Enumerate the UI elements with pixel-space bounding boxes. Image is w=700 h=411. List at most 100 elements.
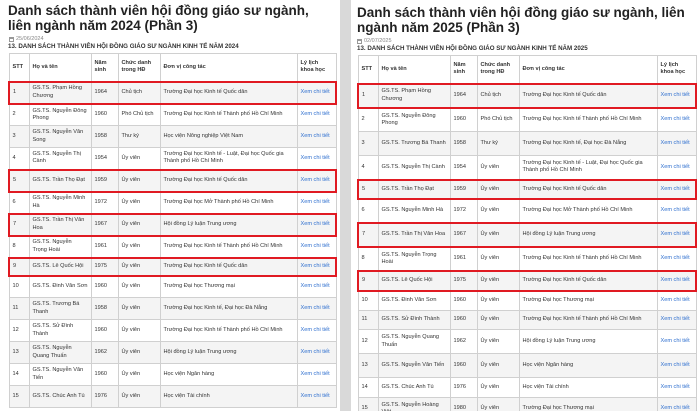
cell-unit: Trường Đại học Kinh tế Thành phố Hồ Chí … bbox=[518, 107, 658, 132]
cell-year: 1975 bbox=[449, 270, 478, 292]
table-row: 7 GS.TS. Trần Thị Vân Hoa 1967 Ủy viên Hội đ… bbox=[8, 212, 337, 237]
cell-role: Ủy viên bbox=[117, 297, 161, 320]
cell-stt: 2 bbox=[357, 107, 379, 132]
view-detail-link[interactable]: Xem chi tiết bbox=[656, 222, 697, 248]
table-row: 9 GS.TS. Lê Quốc Hội 1975 Ủy viên Trường Đại… bbox=[357, 270, 697, 292]
cell-unit: Học viện Tài chính bbox=[159, 385, 298, 408]
view-detail-link[interactable]: Xem chi tiết bbox=[296, 235, 337, 258]
view-detail-link[interactable]: Xem chi tiết bbox=[656, 246, 697, 272]
view-detail-link[interactable]: Xem chi tiết bbox=[296, 385, 337, 408]
view-detail-link[interactable]: Xem chi tiết bbox=[296, 168, 337, 193]
cell-name: GS.TS. Phạm Hồng Chương bbox=[28, 80, 92, 105]
cell-year: 1960 bbox=[90, 103, 119, 126]
view-detail-link[interactable]: Xem chi tiết bbox=[296, 341, 337, 364]
table-row: 1 GS.TS. Phạm Hồng Chương 1964 Chủ tịch Trườ… bbox=[357, 82, 697, 109]
table-row: 3 GS.TS. Nguyễn Văn Song 1958 Thư ký Học việ… bbox=[8, 125, 337, 148]
table-row: 4 GS.TS. Nguyễn Thị Cành 1954 Ủy viên Trường… bbox=[8, 147, 337, 170]
section-subtitle: 13. DANH SÁCH THÀNH VIÊN HỘI ĐỒNG GIÁO S… bbox=[357, 45, 588, 52]
cell-stt: 6 bbox=[8, 191, 30, 214]
view-detail-link[interactable]: Xem chi tiết bbox=[656, 198, 697, 224]
cell-role: Ủy viên bbox=[117, 275, 161, 298]
view-detail-link[interactable]: Xem chi tiết bbox=[296, 125, 337, 148]
cell-name: GS.TS. Chúc Anh Tú bbox=[28, 385, 92, 408]
cell-stt: 8 bbox=[8, 235, 30, 258]
cell-role: Thư ký bbox=[117, 125, 161, 148]
cell-year: 1958 bbox=[90, 125, 119, 148]
cell-name: GS.TS. Nguyễn Minh Hà bbox=[377, 198, 451, 224]
view-detail-link[interactable]: Xem chi tiết bbox=[656, 377, 697, 398]
view-detail-link[interactable]: Xem chi tiết bbox=[296, 363, 337, 386]
article-panel-2024: Danh sách thành viên hội đồng giáo sư ng… bbox=[0, 0, 340, 411]
cell-role: Ủy viên bbox=[117, 235, 161, 258]
cell-role: Ủy viên bbox=[476, 290, 520, 311]
cell-stt: 1 bbox=[357, 82, 379, 109]
cell-name: GS.TS. Nguyễn Văn Tiến bbox=[28, 363, 92, 386]
date-text: 25/06/2024 bbox=[16, 36, 44, 42]
view-detail-link[interactable]: Xem chi tiết bbox=[656, 131, 697, 156]
table-body-right: 1 GS.TS. Phạm Hồng Chương 1964 Chủ tịch Trườ… bbox=[357, 82, 697, 411]
cell-unit: Trường Đại học Kinh tế Thành phố Hồ Chí … bbox=[159, 235, 298, 258]
table-row: 5 GS.TS. Trần Thọ Đạt 1959 Ủy viên Trường Đạ… bbox=[8, 168, 337, 193]
header-year: Năm sinh bbox=[90, 53, 119, 82]
view-detail-link[interactable]: Xem chi tiết bbox=[656, 270, 697, 292]
publish-date: 02/07/2025 bbox=[351, 35, 700, 44]
cell-year: 1967 bbox=[90, 212, 119, 237]
view-detail-link[interactable]: Xem chi tiết bbox=[656, 107, 697, 132]
cell-role: Phó Chủ tịch bbox=[117, 103, 161, 126]
cell-role: Ủy viên bbox=[476, 270, 520, 292]
view-detail-link[interactable]: Xem chi tiết bbox=[656, 290, 697, 311]
cell-year: 1961 bbox=[449, 246, 478, 272]
view-detail-link[interactable]: Xem chi tiết bbox=[656, 329, 697, 354]
cell-stt: 10 bbox=[357, 290, 379, 311]
cell-unit: Học viện Ngân hàng bbox=[518, 353, 658, 378]
cell-year: 1960 bbox=[90, 275, 119, 298]
cell-stt: 12 bbox=[357, 329, 379, 354]
view-detail-link[interactable]: Xem chi tiết bbox=[296, 212, 337, 237]
table-row: 12 GS.TS. Sử Đình Thành 1960 Ủy viên Trường … bbox=[8, 319, 337, 342]
view-detail-link[interactable]: Xem chi tiết bbox=[296, 191, 337, 214]
cell-name: GS.TS. Nguyễn Hoàng Việt bbox=[377, 396, 451, 411]
table-row: 5 GS.TS. Trần Thọ Đạt 1959 Ủy viên Trường Đạ… bbox=[357, 178, 697, 200]
view-detail-link[interactable]: Xem chi tiết bbox=[656, 82, 697, 109]
view-detail-link[interactable]: Xem chi tiết bbox=[296, 103, 337, 126]
table-header-row: STT Họ và tên Năm sinh Chức danh trong H… bbox=[8, 53, 337, 82]
cell-role: Ủy viên bbox=[117, 147, 161, 170]
cell-role: Ủy viên bbox=[117, 341, 161, 364]
cell-role: Chủ tịch bbox=[117, 80, 161, 105]
cell-stt: 13 bbox=[8, 341, 30, 364]
header-name: Họ và tên bbox=[28, 53, 92, 82]
table-row: 11 GS.TS. Sử Đình Thành 1960 Ủy viên Trường … bbox=[357, 309, 697, 330]
view-detail-link[interactable]: Xem chi tiết bbox=[656, 155, 697, 180]
header-cv: Lý lịch khoa học bbox=[656, 55, 697, 84]
publish-date: 25/06/2024 bbox=[0, 33, 340, 42]
cell-stt: 4 bbox=[8, 147, 30, 170]
view-detail-link[interactable]: Xem chi tiết bbox=[656, 353, 697, 378]
view-detail-link[interactable]: Xem chi tiết bbox=[296, 147, 337, 170]
cell-unit: Trường Đại học Thương mại bbox=[518, 290, 658, 311]
cell-stt: 4 bbox=[357, 155, 379, 180]
cell-unit: Trường Đại học Kinh tế, Đại học Đà Nẵng bbox=[159, 297, 298, 320]
view-detail-link[interactable]: Xem chi tiết bbox=[296, 319, 337, 342]
cell-name: GS.TS. Nguyễn Thị Cành bbox=[28, 147, 92, 170]
view-detail-link[interactable]: Xem chi tiết bbox=[656, 396, 697, 411]
table-row: 15 GS.TS. Chúc Anh Tú 1976 Ủy viên Học viện … bbox=[8, 385, 337, 408]
cell-unit: Trường Đại học Kinh tế Thành phố Hồ Chí … bbox=[159, 103, 298, 126]
cell-unit: Trường Đại học Kinh tế Quốc dân bbox=[518, 270, 658, 292]
view-detail-link[interactable]: Xem chi tiết bbox=[656, 178, 697, 200]
view-detail-link[interactable]: Xem chi tiết bbox=[656, 309, 697, 330]
cell-year: 1980 bbox=[449, 396, 478, 411]
cell-unit: Hội đồng Lý luận Trung ương bbox=[159, 341, 298, 364]
article-panel-2025: Danh sách thành viên hội đồng giáo sư ng… bbox=[351, 0, 700, 411]
cell-name: GS.TS. Nguyễn Đông Phong bbox=[28, 103, 92, 126]
cell-stt: 7 bbox=[357, 222, 379, 248]
table-row: 7 GS.TS. Trần Thị Vân Hoa 1967 Ủy viên Hội đ… bbox=[357, 222, 697, 248]
cell-year: 1959 bbox=[90, 168, 119, 193]
view-detail-link[interactable]: Xem chi tiết bbox=[296, 297, 337, 320]
view-detail-link[interactable]: Xem chi tiết bbox=[296, 256, 337, 277]
view-detail-link[interactable]: Xem chi tiết bbox=[296, 275, 337, 298]
table-row: 10 GS.TS. Đinh Văn Sơn 1960 Ủy viên Trường Đ… bbox=[8, 275, 337, 298]
cell-stt: 2 bbox=[8, 103, 30, 126]
view-detail-link[interactable]: Xem chi tiết bbox=[296, 80, 337, 105]
cell-name: GS.TS. Trần Thị Vân Hoa bbox=[28, 212, 92, 237]
cell-year: 1960 bbox=[449, 290, 478, 311]
